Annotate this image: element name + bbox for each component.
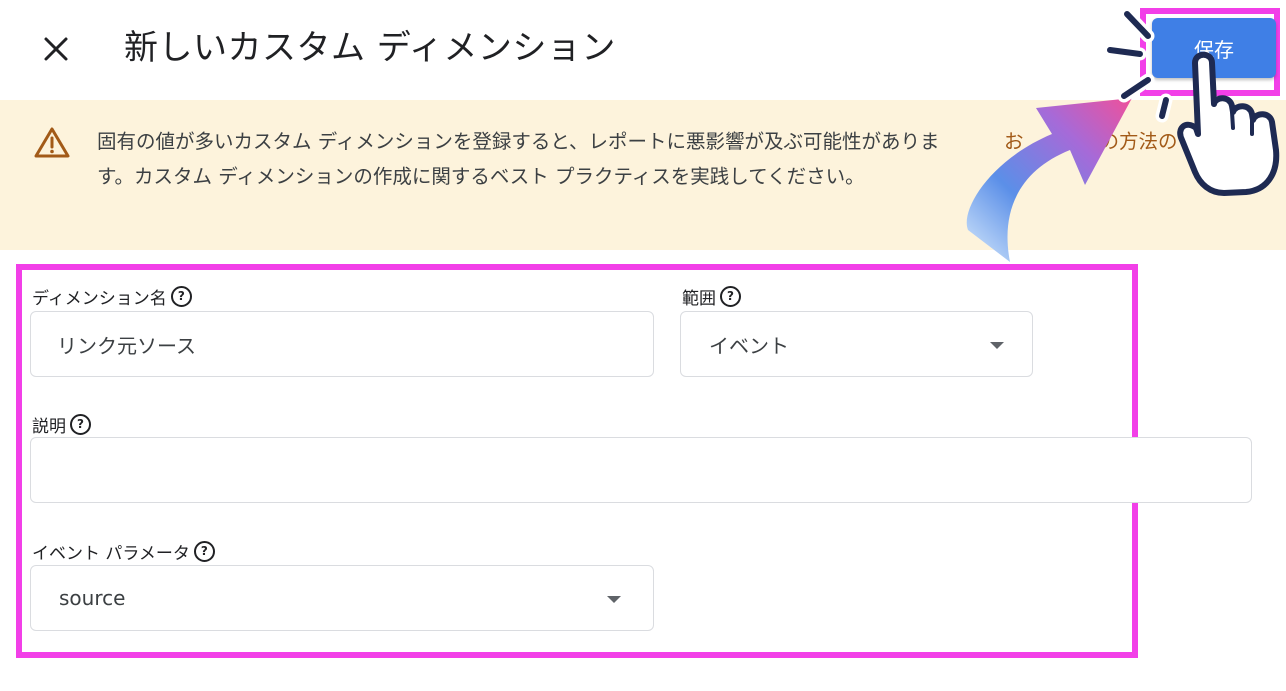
help-circle-icon[interactable]: ?	[70, 414, 91, 435]
help-circle-icon[interactable]: ?	[193, 541, 215, 562]
description-label-text: 説明	[32, 417, 66, 437]
dimension-name-input[interactable]	[30, 311, 654, 377]
help-circle-icon[interactable]: ?	[720, 286, 741, 307]
dropdown-arrow-icon	[607, 596, 621, 603]
best-practices-link[interactable]: お の方法の	[1004, 124, 1178, 159]
close-icon[interactable]	[40, 28, 74, 68]
description-input[interactable]	[30, 437, 1252, 503]
help-circle-icon[interactable]: ?	[170, 286, 192, 307]
warning-icon	[34, 127, 70, 158]
link-text-start: お	[1004, 130, 1024, 153]
page-title: 新しいカスタム ディメンション	[124, 28, 616, 68]
dimension-name-label: ディメンション名 ?	[32, 284, 192, 309]
save-button[interactable]: 保存	[1152, 18, 1276, 78]
scope-select-value: イベント	[709, 333, 789, 358]
scope-select[interactable]: イベント	[680, 311, 1033, 377]
scope-label: 範囲 ?	[682, 284, 741, 309]
description-label: 説明 ?	[32, 412, 91, 437]
warning-message: 固有の値が多いカスタム ディメンションを登録すると、レポートに悪影響が及ぶ可能性…	[97, 130, 940, 188]
dropdown-arrow-icon	[990, 342, 1004, 349]
link-text-end: の方法の	[1099, 130, 1178, 153]
event-parameter-label: イベント パラメータ ?	[32, 539, 215, 564]
event-parameter-label-text: イベント パラメータ	[32, 544, 190, 564]
event-parameter-select-value: source	[59, 586, 126, 610]
scope-label-text: 範囲	[682, 289, 716, 309]
event-parameter-select[interactable]: source	[30, 565, 654, 631]
dimension-name-label-text: ディメンション名	[32, 289, 167, 309]
